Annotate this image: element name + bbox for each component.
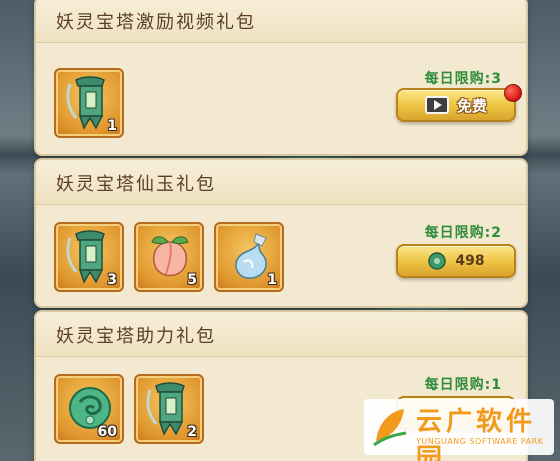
daily-limit: 每日限购:3 — [424, 71, 502, 87]
jade-currency-icon — [428, 252, 447, 270]
free-video-button[interactable]: 免费 — [396, 88, 516, 122]
video-play-icon — [424, 96, 449, 114]
reward-item-jade-token[interactable]: 2 — [134, 374, 204, 444]
reward-item-jade-dragon[interactable]: 60 — [54, 374, 124, 444]
watermark-logo: 云广软件园 YUNGUANG SOFTWARE PARK — [364, 399, 554, 461]
daily-limit: 每日限购:1 — [424, 377, 502, 393]
reward-item-jade-token[interactable]: 3 — [54, 222, 124, 292]
daily-limit: 每日限购:2 — [424, 225, 502, 241]
gift-pack-video: 妖灵宝塔激励视频礼包 1 每日限购:3 免费 — [36, 0, 526, 154]
notification-dot — [504, 84, 522, 102]
reward-item-jade-token[interactable]: 1 — [54, 68, 124, 138]
watermark-cn: 云广软件园 — [416, 407, 537, 461]
reward-item-spirit-water[interactable]: 1 — [214, 222, 284, 292]
pack-title: 妖灵宝塔仙玉礼包 — [56, 174, 216, 195]
reward-item-peach[interactable]: 5 — [134, 222, 204, 292]
gift-pack-jade: 妖灵宝塔仙玉礼包 3 5 1 每日限购:2 498 — [36, 160, 526, 306]
pack-title: 妖灵宝塔助力礼包 — [56, 326, 216, 347]
buy-with-jade-button[interactable]: 498 — [396, 244, 516, 278]
pack-title: 妖灵宝塔激励视频礼包 — [56, 12, 256, 33]
watermark-en: YUNGUANG SOFTWARE PARK — [416, 437, 544, 446]
leaf-logo-icon — [373, 409, 407, 447]
